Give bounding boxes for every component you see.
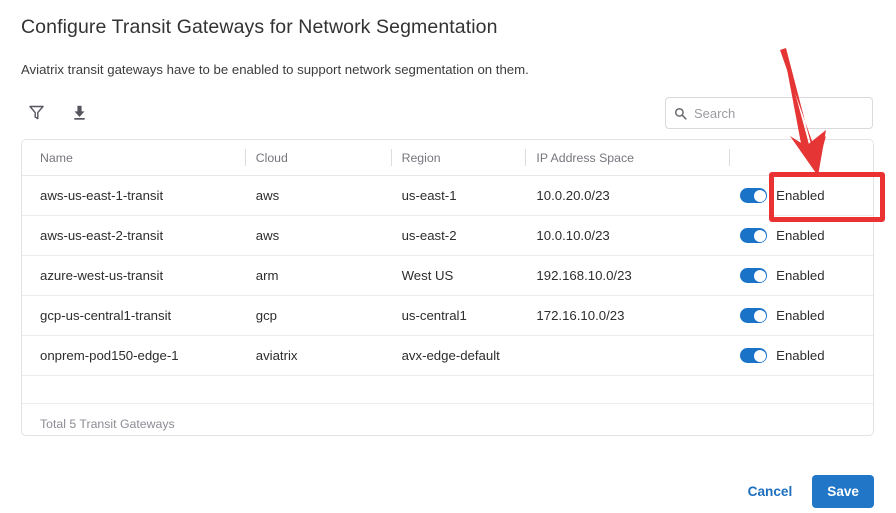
table-row[interactable]: gcp-us-central1-transit gcp us-central1 … xyxy=(22,296,873,336)
table-header-row: Name Cloud Region IP Address Space xyxy=(22,140,873,176)
cell-status: Enabled xyxy=(729,176,873,215)
segmentation-toggle[interactable]: Enabled xyxy=(740,268,825,283)
cell-cloud: arm xyxy=(255,268,279,283)
search-icon xyxy=(674,107,687,120)
cancel-button[interactable]: Cancel xyxy=(746,478,795,505)
toggle-label: Enabled xyxy=(776,348,825,363)
download-icon[interactable] xyxy=(67,100,91,124)
cell-region: West US xyxy=(401,268,454,283)
toggle-track[interactable] xyxy=(740,308,768,323)
cell-status: Enabled xyxy=(729,296,873,335)
toggle-track[interactable] xyxy=(740,348,768,363)
toggle-knob xyxy=(753,229,766,242)
cell-status: Enabled xyxy=(729,216,873,255)
toggle-label: Enabled xyxy=(776,188,825,203)
segmentation-toggle[interactable]: Enabled xyxy=(740,308,825,323)
cell-region: us-central1 xyxy=(401,308,467,323)
table-footer-total: Total 5 Transit Gateways xyxy=(40,417,175,431)
toggle-track[interactable] xyxy=(740,188,768,203)
toggle-label: Enabled xyxy=(776,268,825,283)
cell-region: avx-edge-default xyxy=(401,348,500,363)
cell-ip-address-space: 10.0.20.0/23 xyxy=(536,188,610,203)
filter-icon[interactable] xyxy=(24,100,48,124)
cell-name: onprem-pod150-edge-1 xyxy=(40,348,179,363)
table-row[interactable]: aws-us-east-1-transit aws us-east-1 10.0… xyxy=(22,176,873,216)
toggle-track[interactable] xyxy=(740,268,768,283)
column-header-ip-address-space[interactable]: IP Address Space xyxy=(525,140,729,175)
search-box[interactable] xyxy=(665,97,873,129)
toggle-track[interactable] xyxy=(740,228,768,243)
cell-cloud: aws xyxy=(255,228,280,243)
search-input[interactable] xyxy=(694,98,870,128)
cell-name: gcp-us-central1-transit xyxy=(40,308,172,323)
column-header-region[interactable]: Region xyxy=(390,140,526,175)
save-button[interactable]: Save xyxy=(812,475,874,508)
table-empty-row xyxy=(22,376,873,404)
toggle-knob xyxy=(753,269,766,282)
table-toolbar xyxy=(24,100,91,124)
dialog-actions: Cancel Save xyxy=(746,475,874,508)
toggle-label: Enabled xyxy=(776,228,825,243)
cell-status: Enabled xyxy=(729,256,873,295)
cell-name: aws-us-east-2-transit xyxy=(40,228,164,243)
column-header-name[interactable]: Name xyxy=(22,140,245,175)
cell-ip-address-space: 172.16.10.0/23 xyxy=(536,308,625,323)
cell-status: Enabled xyxy=(729,336,873,375)
toggle-knob xyxy=(753,349,766,362)
cell-ip-address-space: 10.0.10.0/23 xyxy=(536,228,610,243)
page-subtitle: Aviatrix transit gateways have to be ena… xyxy=(21,62,529,77)
table-row[interactable]: onprem-pod150-edge-1 aviatrix avx-edge-d… xyxy=(22,336,873,376)
table-row[interactable]: azure-west-us-transit arm West US 192.16… xyxy=(22,256,873,296)
cell-name: azure-west-us-transit xyxy=(40,268,164,283)
cell-cloud: aviatrix xyxy=(255,348,298,363)
toggle-knob xyxy=(753,309,766,322)
transit-gateways-table: Name Cloud Region IP Address Space aws-u… xyxy=(21,139,874,436)
segmentation-toggle[interactable]: Enabled xyxy=(740,348,825,363)
cell-region: us-east-2 xyxy=(401,228,457,243)
cell-cloud: gcp xyxy=(255,308,277,323)
segmentation-toggle[interactable]: Enabled xyxy=(740,228,825,243)
cell-ip-address-space xyxy=(525,336,729,375)
toggle-knob xyxy=(753,189,766,202)
cell-region: us-east-1 xyxy=(401,188,457,203)
table-row[interactable]: aws-us-east-2-transit aws us-east-2 10.0… xyxy=(22,216,873,256)
column-header-cloud[interactable]: Cloud xyxy=(244,140,391,175)
page-title: Configure Transit Gateways for Network S… xyxy=(21,16,498,38)
toggle-label: Enabled xyxy=(776,308,825,323)
cell-name: aws-us-east-1-transit xyxy=(40,188,164,203)
segmentation-toggle[interactable]: Enabled xyxy=(740,188,825,203)
cell-cloud: aws xyxy=(255,188,280,203)
cell-ip-address-space: 192.168.10.0/23 xyxy=(536,268,632,283)
column-header-status[interactable] xyxy=(729,140,873,175)
